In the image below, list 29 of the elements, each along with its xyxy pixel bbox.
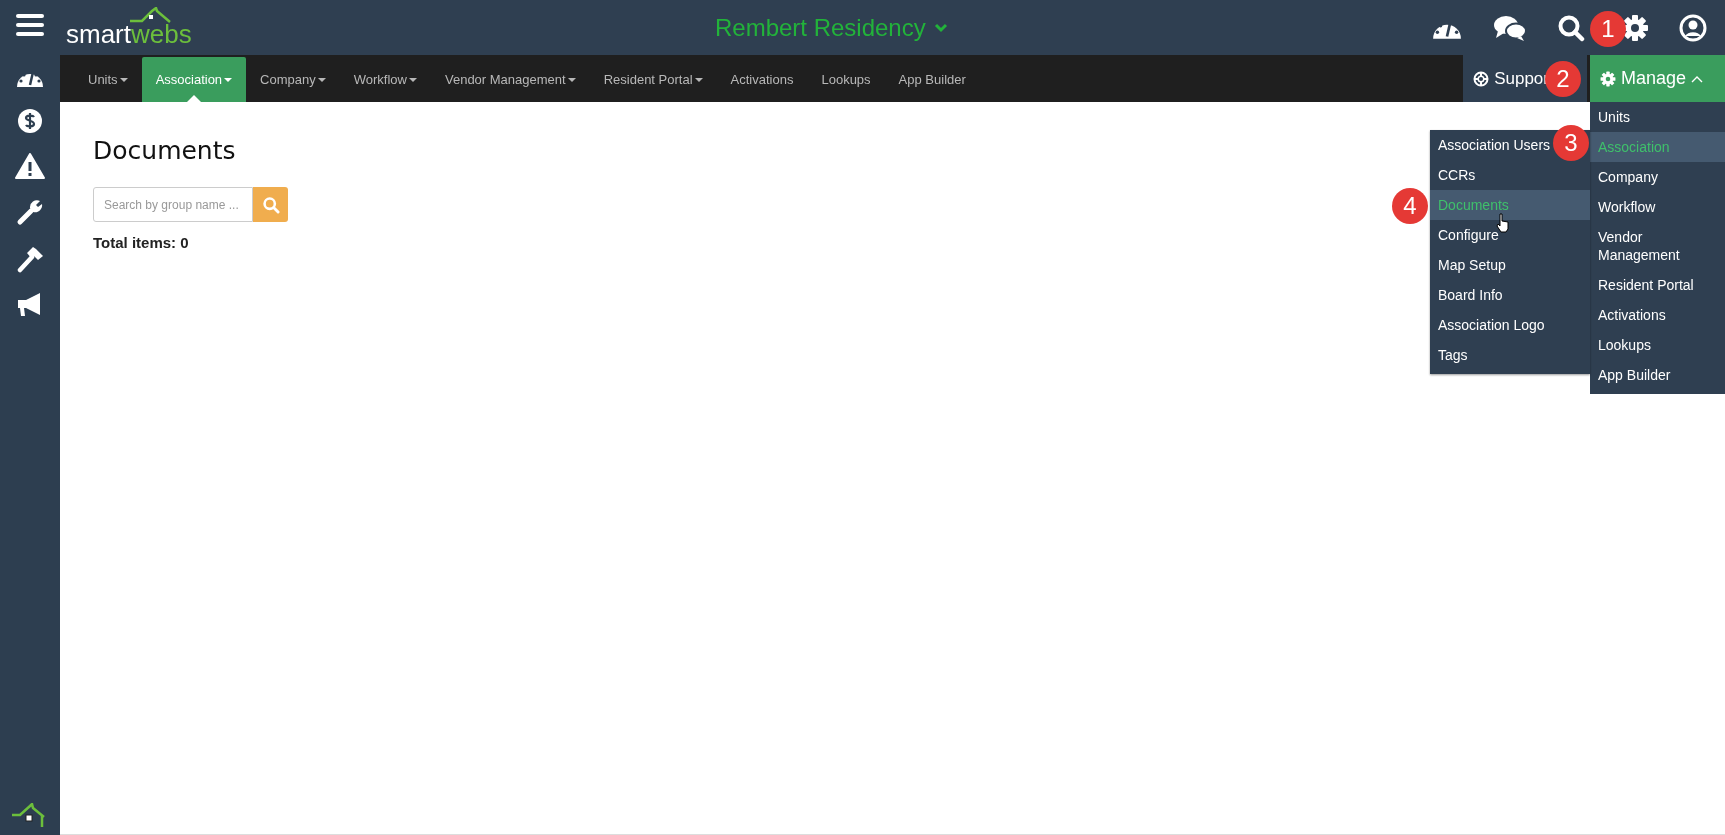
menu-item[interactable]: Resident Portal [1590, 270, 1725, 300]
nav-tab[interactable]: Activations [716, 57, 808, 102]
menu-item[interactable]: Vendor Management [1590, 222, 1725, 270]
search-field[interactable]: Search by group name ... [93, 187, 253, 222]
nav-tab[interactable]: Resident Portal [589, 57, 717, 102]
nav-tab[interactable]: App Builder [884, 57, 980, 102]
menu-item[interactable]: Board Info [1430, 280, 1590, 310]
callout-badge: 3 [1553, 125, 1589, 161]
nav-tab[interactable]: Vendor Management [430, 57, 590, 102]
callout-badge: 4 [1392, 188, 1428, 224]
menu-item[interactable]: Map Setup [1430, 250, 1590, 280]
menu-item[interactable]: Workflow [1590, 192, 1725, 222]
page-title: Documents [93, 136, 236, 165]
nav-tab[interactable]: Workflow [339, 57, 431, 102]
menu-item[interactable]: Company [1590, 162, 1725, 192]
menu-item[interactable]: Lookups [1590, 330, 1725, 360]
logo[interactable]: smartwebs [66, 5, 192, 50]
association-title-dropdown[interactable]: Rembert Residency [714, 13, 948, 42]
menu-item[interactable]: Units [1590, 102, 1725, 132]
menu-item[interactable]: Association Logo [1430, 310, 1590, 340]
menu-item[interactable]: Configure [1430, 220, 1590, 250]
menu-item[interactable]: CCRs [1430, 160, 1590, 190]
nav-tab[interactable]: Units [74, 57, 142, 102]
nav-tab[interactable]: Company [246, 57, 340, 102]
nav-tab[interactable]: Lookups [807, 57, 885, 102]
menu-item[interactable]: Activations [1590, 300, 1725, 330]
menu-item[interactable]: App Builder [1590, 360, 1725, 390]
menu-item[interactable]: Tags [1430, 340, 1590, 370]
total-items-count: Total items: 0 [93, 234, 189, 251]
